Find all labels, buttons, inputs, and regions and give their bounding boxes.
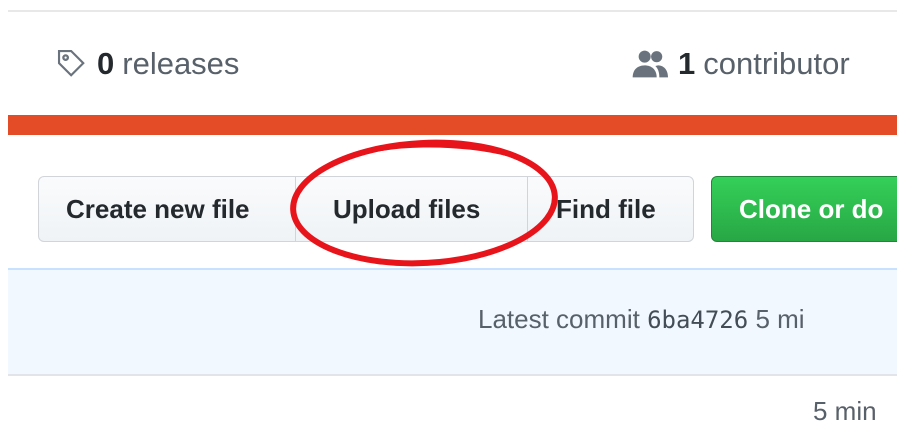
create-new-file-button[interactable]: Create new file	[38, 176, 296, 242]
contributors-link[interactable]: 1 contributor	[630, 46, 850, 82]
top-divider	[8, 10, 897, 12]
repo-summary: 0 releases 1 contributor	[0, 38, 897, 98]
commit-tease: Latest commit 6ba4726 5 mi	[8, 268, 897, 376]
releases-label: releases	[122, 46, 240, 81]
commit-age: 5 mi	[755, 304, 805, 334]
file-age: 5 min	[813, 396, 877, 426]
contributors-count: 1	[678, 46, 696, 81]
people-icon	[632, 50, 668, 78]
commit-sha-link[interactable]: 6ba4726	[647, 306, 748, 334]
table-row: 5 min	[8, 374, 897, 430]
releases-count: 0	[97, 46, 115, 81]
language-bar[interactable]	[8, 115, 897, 135]
latest-commit-info: Latest commit 6ba4726 5 mi	[478, 304, 805, 335]
releases-link[interactable]: 0 releases	[55, 46, 239, 82]
tag-icon	[57, 49, 85, 77]
clone-or-download-button[interactable]: Clone or do	[711, 176, 897, 242]
find-file-button[interactable]: Find file	[527, 176, 694, 242]
latest-commit-label: Latest commit	[478, 304, 640, 334]
file-navigation: Create new file Upload files Find file C…	[0, 176, 897, 244]
contributors-label: contributor	[703, 46, 850, 81]
upload-files-button[interactable]: Upload files	[295, 176, 528, 242]
